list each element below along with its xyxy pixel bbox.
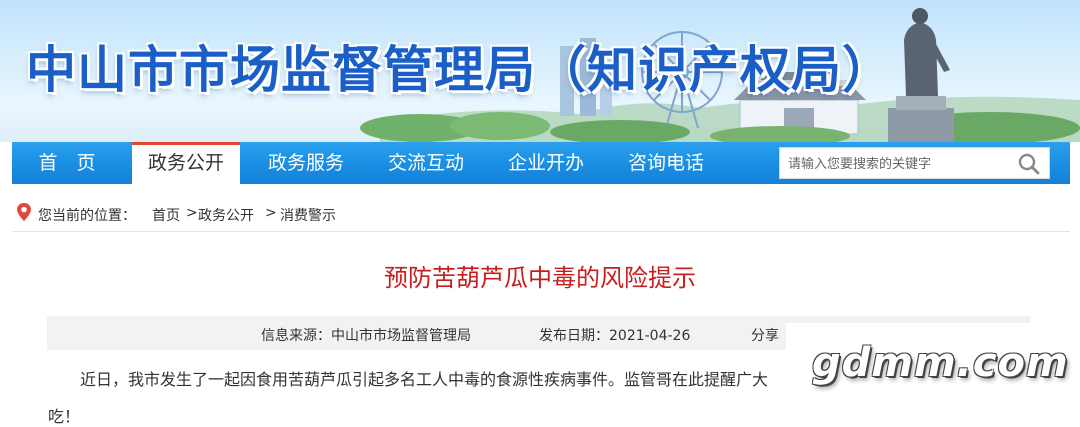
watermark: gdmm.com: [812, 340, 1069, 386]
breadcrumb-home-link[interactable]: 首页: [152, 205, 180, 225]
site-banner: 中山市市场监督管理局（知识产权局）: [0, 0, 1080, 142]
breadcrumb-separator: >: [186, 205, 198, 221]
nav-government-services[interactable]: 政务服务: [252, 142, 360, 184]
breadcrumb-label: 您当前的位置：: [38, 208, 136, 224]
nav-government-affairs-open[interactable]: 政务公开: [132, 142, 240, 184]
search-box: [779, 147, 1050, 179]
breadcrumb-separator: >: [265, 205, 277, 221]
nav-business-setup[interactable]: 企业开办: [492, 142, 600, 184]
main-nav: 首 页 政务公开 政务服务 交流互动 企业开办 咨询电话: [12, 142, 1070, 184]
nav-home[interactable]: 首 页: [12, 142, 122, 184]
article-source: 信息来源：中山市市场监督管理局: [261, 328, 471, 344]
nav-hotline[interactable]: 咨询电话: [612, 142, 720, 184]
breadcrumb: 您当前的位置： 首页 > 政务公开 > 消费警示: [12, 196, 1070, 232]
search-input[interactable]: [788, 152, 1008, 176]
article-paragraph-line: 近日，我市发生了一起因食用苦葫芦瓜引起多名工人中毒的食源性疾病事件。监管哥在此提…: [80, 370, 769, 389]
article-share[interactable]: 分享: [751, 325, 779, 345]
statue-icon: [888, 8, 954, 142]
location-pin-icon: [17, 203, 31, 221]
breadcrumb-current[interactable]: 消费警示: [280, 205, 336, 225]
article-publish-date: 发布日期：2021-04-26: [539, 328, 691, 344]
search-icon[interactable]: [1018, 153, 1040, 175]
site-title: 中山市市场监督管理局（知识产权局）: [26, 41, 893, 99]
breadcrumb-section-link[interactable]: 政务公开: [198, 205, 254, 225]
article-title: 预防苦葫芦瓜中毒的风险提示: [384, 264, 696, 292]
nav-interaction[interactable]: 交流互动: [372, 142, 480, 184]
article-paragraph-line: 吃！: [48, 407, 81, 426]
